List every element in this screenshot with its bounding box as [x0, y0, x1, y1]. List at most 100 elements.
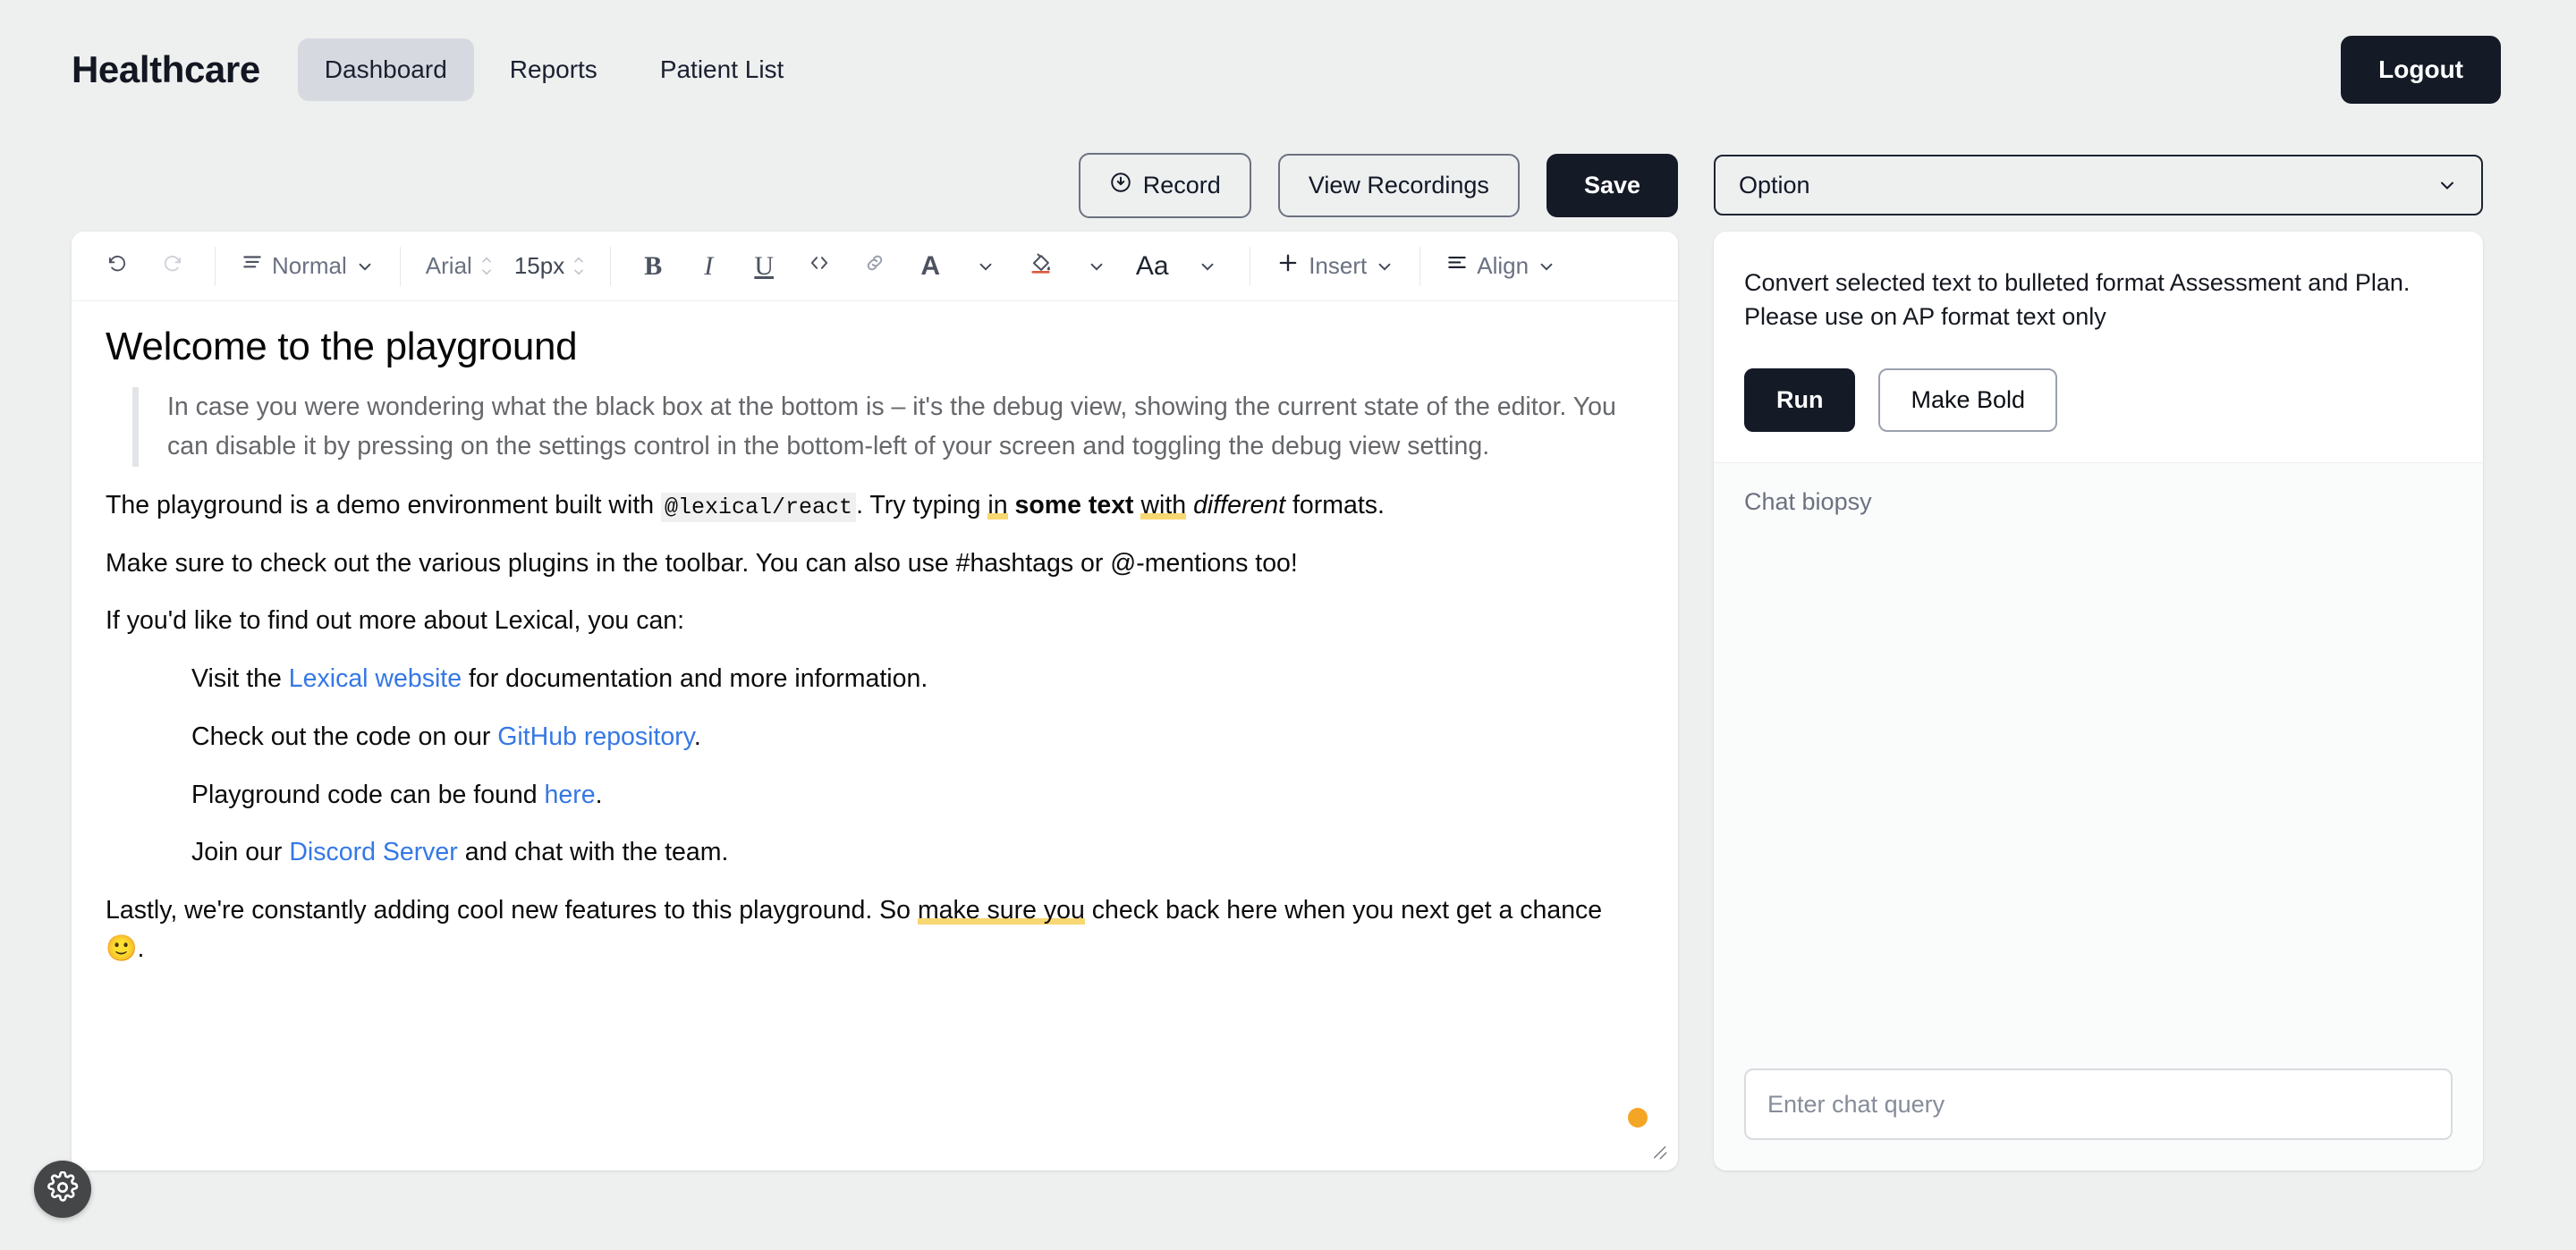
paragraph-icon	[241, 251, 264, 281]
list-item-2-pre: Check out the code on our	[191, 722, 498, 751]
run-button[interactable]: Run	[1744, 367, 1856, 432]
record-button[interactable]: Record	[1078, 152, 1251, 218]
main-content-area: Record View Recordings Save Normal Arial…	[0, 139, 2576, 1170]
editor-action-bar: Record View Recordings Save	[72, 139, 1678, 232]
assistant-panel: Convert selected text to bulleted format…	[1714, 232, 2483, 1170]
font-family-stepper-icon	[480, 256, 493, 276]
undo-button[interactable]	[91, 241, 143, 292]
redo-button[interactable]	[147, 241, 199, 292]
paragraph-4-pre: Lastly, we're constantly adding cool new…	[106, 896, 918, 925]
highlighted-word-in: in	[987, 490, 1008, 519]
list-item: Playground code can be found here.	[191, 776, 1642, 815]
option-select-row: Option	[1714, 139, 2483, 232]
bold-button[interactable]: B	[627, 241, 679, 292]
font-family-select[interactable]: Arial	[417, 241, 502, 292]
link-button[interactable]	[849, 241, 901, 292]
toolbar-divider-2	[399, 246, 401, 286]
nav-item-patient-list[interactable]: Patient List	[633, 38, 811, 101]
text-case-dropdown[interactable]	[1182, 241, 1233, 292]
nav-item-dashboard[interactable]: Dashboard	[297, 38, 474, 101]
settings-button[interactable]	[34, 1161, 91, 1218]
redo-icon	[161, 251, 184, 281]
document-paragraph-3: If you'd like to find out more about Lex…	[106, 606, 685, 636]
list-item: Join our Discord Server and chat with th…	[191, 833, 1642, 872]
view-recordings-button[interactable]: View Recordings	[1277, 153, 1520, 217]
make-bold-button[interactable]: Make Bold	[1878, 367, 2058, 432]
link-discord-server[interactable]: Discord Server	[289, 838, 457, 866]
bold-icon: B	[644, 250, 663, 281]
document-paragraph-4: Lastly, we're constantly adding cool new…	[106, 891, 1642, 968]
paragraph-1-before-code: The playground is a demo environment bui…	[106, 490, 662, 519]
undo-icon	[106, 251, 129, 281]
highlighted-phrase-make-sure-you: make sure you	[917, 896, 1085, 925]
logout-button[interactable]: Logout	[2341, 35, 2501, 104]
list-item-1-post: for documentation and more information.	[462, 664, 928, 694]
primary-nav: Dashboard Reports Patient List	[297, 38, 811, 101]
chevron-down-icon	[2436, 174, 2458, 196]
side-panel-column: Option Convert selected text to bulleted…	[1714, 139, 2483, 1170]
text-color-button[interactable]: A	[904, 241, 956, 292]
option-select-value: Option	[1739, 171, 1810, 198]
fill-bucket-icon	[1028, 249, 1055, 283]
block-format-dropdown[interactable]: Normal	[232, 241, 384, 292]
align-dropdown[interactable]: Align	[1436, 241, 1565, 292]
chevron-down-icon	[1375, 257, 1394, 276]
paragraph-1-after-code: . Try typing	[856, 490, 988, 519]
list-item: Check out the code on our GitHub reposit…	[191, 718, 1642, 756]
align-label: Align	[1477, 252, 1530, 279]
paragraph-1-tail: formats.	[1285, 490, 1385, 519]
option-select[interactable]: Option	[1714, 155, 2483, 215]
font-size-label: 15px	[513, 252, 565, 279]
record-button-label: Record	[1142, 171, 1221, 198]
italic-icon: I	[704, 250, 714, 281]
toolbar-divider	[215, 246, 216, 286]
highlighted-word-with: with	[1140, 490, 1187, 519]
background-color-dropdown[interactable]	[1071, 241, 1123, 292]
assistant-button-row: Run Make Bold	[1744, 367, 2453, 432]
list-item-4-pre: Join our	[191, 838, 290, 867]
chevron-down-icon	[1087, 257, 1106, 276]
chevron-down-icon	[1198, 257, 1217, 276]
text-color-icon: A	[920, 250, 941, 281]
list-item-3-pre: Playground code can be found	[191, 780, 545, 809]
underline-button[interactable]: U	[738, 241, 790, 292]
editor-resize-handle[interactable]	[1646, 1138, 1669, 1161]
sp-3	[1186, 491, 1193, 519]
block-format-label: Normal	[272, 252, 347, 279]
document-blockquote: In case you were wondering what the blac…	[132, 387, 1635, 467]
bold-some-text: some text	[1014, 490, 1134, 519]
editor-toolbar: Normal Arial 15px B I U A Aa Insert Alig…	[72, 232, 1678, 301]
background-color-button[interactable]	[1015, 241, 1067, 292]
link-here[interactable]: here	[545, 781, 596, 809]
code-button[interactable]	[793, 241, 845, 292]
list-item-1-pre: Visit the	[191, 664, 289, 694]
save-button[interactable]: Save	[1546, 153, 1678, 217]
link-github-repository[interactable]: GitHub repository	[497, 722, 694, 751]
app-brand-title: Healthcare	[72, 47, 260, 90]
list-item-2-post: .	[693, 722, 701, 751]
rich-text-editor: Normal Arial 15px B I U A Aa Insert Alig…	[72, 232, 1678, 1170]
chevron-down-icon	[1537, 257, 1556, 276]
chat-query-input[interactable]	[1744, 1068, 2453, 1140]
link-lexical-website[interactable]: Lexical website	[289, 664, 462, 693]
editor-content-area[interactable]: Welcome to the playground In case you we…	[72, 301, 1678, 1170]
nav-item-reports[interactable]: Reports	[483, 38, 624, 101]
document-paragraph-1: The playground is a demo environment bui…	[106, 486, 1642, 525]
underline-icon: U	[754, 250, 775, 281]
chevron-down-icon	[976, 257, 996, 276]
plus-icon	[1275, 250, 1301, 282]
font-size-select[interactable]: 15px	[505, 241, 594, 292]
chat-messages-area	[1744, 516, 2453, 1068]
insert-dropdown[interactable]: Insert	[1267, 241, 1403, 292]
toolbar-divider-5	[1419, 246, 1421, 286]
text-color-dropdown[interactable]	[960, 241, 1012, 292]
italic-different: different	[1193, 490, 1286, 519]
text-case-icon: Aa	[1135, 250, 1169, 281]
italic-button[interactable]: I	[682, 241, 734, 292]
comment-marker-dot[interactable]	[1628, 1108, 1648, 1128]
editor-column: Record View Recordings Save Normal Arial…	[72, 139, 1678, 1170]
document-paragraph-2: Make sure to check out the various plugi…	[106, 548, 1298, 578]
text-case-button[interactable]: Aa	[1126, 241, 1178, 292]
font-family-label: Arial	[425, 252, 472, 279]
document-heading: Welcome to the playground	[106, 325, 578, 368]
